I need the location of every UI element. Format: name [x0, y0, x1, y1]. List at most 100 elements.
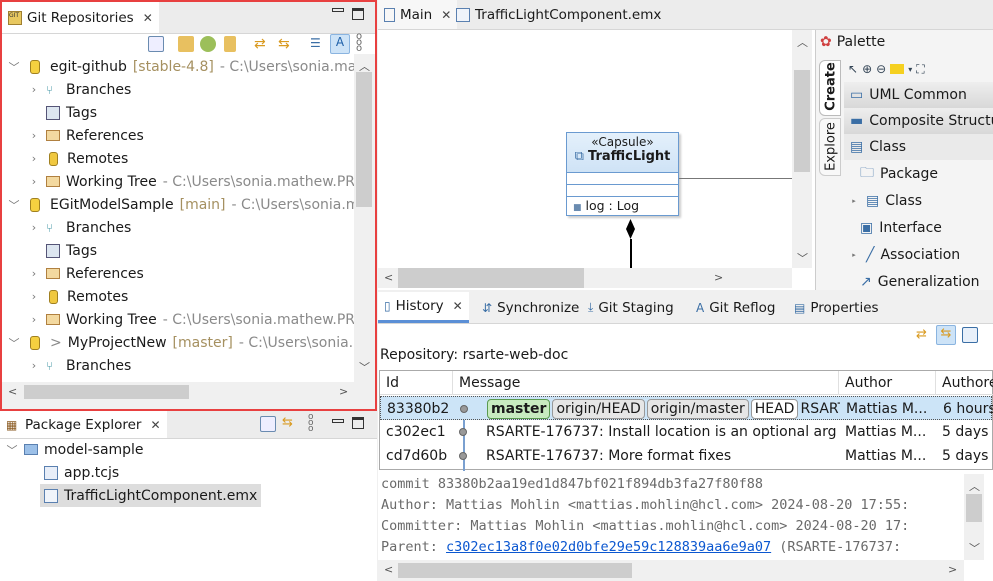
refresh-icon[interactable]: ⇄: [254, 36, 270, 52]
note-icon[interactable]: [890, 64, 905, 74]
column-header-authored[interactable]: Authored: [936, 371, 993, 395]
tab-history[interactable]: ▯ History ✕: [378, 292, 469, 323]
scroll-down-icon[interactable]: ﹀: [969, 540, 980, 556]
collapse-all-icon[interactable]: [260, 416, 276, 432]
show-label-icon[interactable]: A: [330, 34, 350, 54]
capsule-traffic-light[interactable]: «Capsule» ⧉ TrafficLight ■ log : Log: [566, 132, 679, 216]
table-row[interactable]: 83380b2 master origin/HEAD origin/master HE…: [380, 396, 993, 420]
expanded-chevron-icon[interactable]: ﹀: [6, 442, 18, 458]
scroll-left-icon[interactable]: <: [384, 563, 393, 576]
palette-tab-explore[interactable]: Explore: [819, 118, 841, 176]
tab-synchronize[interactable]: ⇵ Synchronize: [476, 292, 585, 323]
tab-package-explorer[interactable]: ▦ Package Explorer ✕: [0, 411, 167, 438]
expand-icon[interactable]: ▸: [848, 251, 860, 259]
expanded-chevron-icon[interactable]: ﹀: [8, 59, 20, 75]
collapse-all-icon[interactable]: [148, 36, 164, 52]
repo-child-node[interactable]: Tags: [28, 239, 97, 262]
scroll-down-icon[interactable]: ﹀: [359, 359, 370, 375]
collapsed-chevron-icon[interactable]: ›: [28, 175, 40, 188]
git-repos-hscrollbar[interactable]: < >: [2, 382, 354, 402]
tab-main[interactable]: Main ✕: [378, 0, 458, 29]
section-class[interactable]: ▤ Class: [844, 134, 993, 160]
collapsed-chevron-icon[interactable]: ›: [28, 359, 40, 372]
marquee-icon[interactable]: ⛶: [916, 62, 924, 77]
expanded-chevron-icon[interactable]: ﹀: [8, 335, 20, 351]
repo-child-node[interactable]: › Remotes: [28, 285, 129, 308]
hierarchical-icon[interactable]: ☰: [310, 36, 326, 52]
expand-icon[interactable]: ▸: [848, 197, 860, 205]
drawer-composite-structure[interactable]: ▬ Composite Structure: [844, 108, 993, 134]
scroll-thumb[interactable]: [24, 385, 189, 399]
parent-commit-link[interactable]: c302ec13a8f0e02d0bfe29e59c128839aa6e9a07: [446, 539, 771, 555]
scroll-thumb[interactable]: [794, 70, 810, 172]
commit-details[interactable]: commit 83380b2aa19ed1d847bf021f894db3fa2…: [378, 474, 964, 560]
details-vscrollbar[interactable]: ︿ ﹀: [964, 474, 984, 560]
diagram-hscrollbar[interactable]: < >: [378, 268, 792, 288]
link-selection-icon[interactable]: ⇆: [936, 325, 956, 345]
zoom-out-icon[interactable]: ⊖: [876, 62, 886, 76]
composition-diamond[interactable]: [626, 219, 635, 239]
palette-item-package[interactable]: 🗀 Package: [844, 161, 993, 187]
refresh-icon[interactable]: ⇄: [916, 327, 932, 343]
expanded-chevron-icon[interactable]: ﹀: [8, 197, 20, 213]
repo-child-node[interactable]: › References: [28, 262, 144, 285]
maximize-icon[interactable]: [352, 417, 364, 429]
add-repo-icon[interactable]: [178, 36, 194, 52]
git-repos-vscrollbar[interactable]: ︿ ﹀: [354, 54, 374, 382]
drawer-uml-common[interactable]: ▭ UML Common: [844, 82, 993, 108]
repo-child-node[interactable]: › ⑂ Branches: [28, 216, 132, 239]
scroll-thumb[interactable]: [966, 494, 982, 522]
close-icon[interactable]: ✕: [150, 418, 160, 432]
scroll-up-icon[interactable]: ︿: [969, 478, 980, 494]
palette-item-association[interactable]: ▸ ╱ Association: [844, 242, 993, 268]
zoom-in-icon[interactable]: ⊕: [862, 62, 872, 76]
repo-child-node[interactable]: › References: [28, 124, 144, 147]
diagram-canvas[interactable]: «Capsule» ⧉ TrafficLight ■ log : Log: [378, 30, 792, 268]
collapsed-chevron-icon[interactable]: ›: [28, 129, 40, 142]
collapsed-chevron-icon[interactable]: ›: [28, 267, 40, 280]
details-hscrollbar[interactable]: < >: [378, 560, 964, 581]
diagram-vscrollbar[interactable]: ︿ ﹀: [792, 30, 812, 268]
create-repo-icon[interactable]: [224, 36, 236, 52]
tree-item-file[interactable]: app.tcjs: [44, 461, 119, 484]
scroll-thumb[interactable]: [398, 268, 584, 288]
view-menu-icon[interactable]: ooo: [308, 413, 324, 434]
collapsed-chevron-icon[interactable]: ›: [28, 152, 40, 165]
clone-repo-icon[interactable]: [200, 36, 216, 52]
scroll-right-icon[interactable]: >: [948, 563, 957, 576]
repo-child-node[interactable]: Tags: [28, 101, 97, 124]
tab-git-reflog[interactable]: A Git Reflog: [690, 292, 781, 323]
table-row[interactable]: c302ec1 RSARTE-176737: Install location …: [380, 420, 993, 444]
repo-node[interactable]: ﹀ EGitModelSample [main] - C:\Users\soni…: [8, 193, 355, 216]
minimize-icon[interactable]: [332, 8, 344, 12]
composition-line[interactable]: [630, 239, 632, 268]
column-header-message[interactable]: Message: [453, 371, 839, 395]
tab-trafficlight-emx[interactable]: TrafficLightComponent.emx: [450, 0, 667, 29]
ref-badge[interactable]: origin/master: [646, 399, 749, 419]
repo-child-node[interactable]: › Working Tree - C:\Users\sonia.mathew.P…: [28, 308, 354, 331]
repo-node[interactable]: ﹀ > MyProjectNew [master] - C:\Users\son…: [8, 331, 355, 354]
palette-item-interface[interactable]: ▣ Interface: [844, 215, 993, 241]
scroll-left-icon[interactable]: <: [8, 385, 17, 398]
minimize-icon[interactable]: [332, 419, 344, 423]
scroll-thumb[interactable]: [398, 563, 632, 578]
ref-badge[interactable]: master: [487, 399, 551, 419]
view-menu-icon[interactable]: ooo: [356, 32, 372, 54]
maximize-icon[interactable]: [352, 8, 364, 20]
repo-child-node[interactable]: › ⑂ Branches: [28, 78, 132, 101]
ref-badge[interactable]: origin/HEAD: [552, 399, 645, 419]
capsule-attribute[interactable]: ■ log : Log: [567, 197, 678, 217]
collapsed-chevron-icon[interactable]: ›: [28, 221, 40, 234]
tree-item-project[interactable]: ﹀ model-sample: [6, 438, 144, 461]
repo-child-node[interactable]: › ⑂ Branches: [28, 354, 132, 377]
tree-item-file-selected[interactable]: TrafficLightComponent.emx: [40, 484, 262, 507]
tab-git-staging[interactable]: ⤓ Git Staging: [582, 292, 680, 323]
collapsed-chevron-icon[interactable]: ›: [28, 83, 40, 96]
repo-child-node[interactable]: › Remotes: [28, 147, 129, 170]
close-icon[interactable]: ✕: [143, 11, 153, 25]
scroll-thumb[interactable]: [356, 72, 372, 207]
collapsed-chevron-icon[interactable]: ›: [28, 290, 40, 303]
scroll-up-icon[interactable]: ︿: [797, 34, 808, 50]
connector-line[interactable]: [679, 178, 792, 179]
close-icon[interactable]: ✕: [453, 299, 463, 313]
